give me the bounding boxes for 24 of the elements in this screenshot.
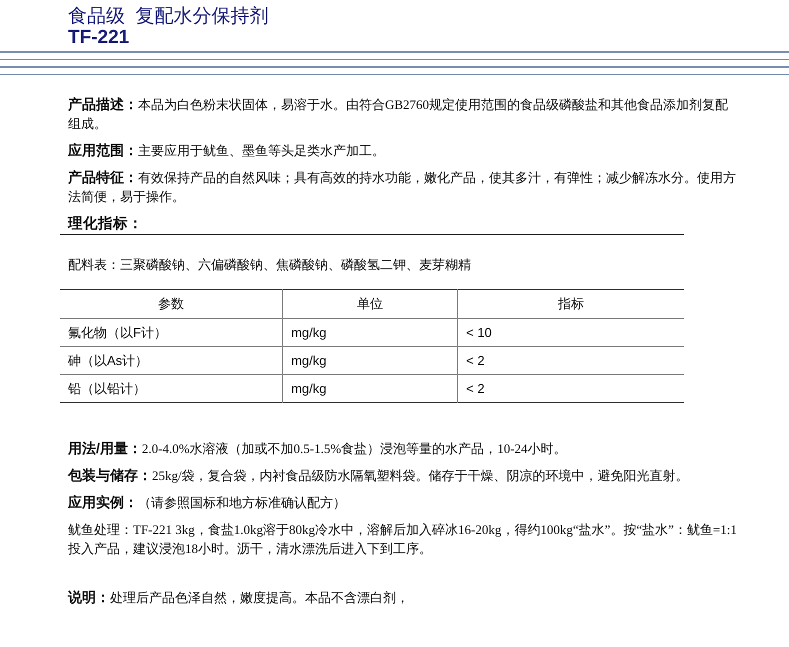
table-cell: mg/kg: [282, 346, 458, 374]
table-cell: 砷（以As计）: [60, 346, 283, 374]
column-header: 单位: [282, 290, 458, 318]
table-cell: mg/kg: [282, 318, 458, 346]
table-cell: < 2: [458, 374, 684, 402]
section-heading: 理化指标：: [60, 214, 684, 235]
note-paragraph: 说明：处理后产品色泽自然，嫩度提高。本品不含漂白剂，: [68, 588, 410, 607]
paragraph: 包装与储存：25kg/袋，复合袋，内衬食品级防水隔氧塑料袋。储存于干燥、阴凉的环境中，避免阳光直射。: [68, 466, 690, 485]
table-cell: 铅（以铅计）: [60, 374, 283, 402]
product-title: 食品级 复配水分保持剂: [68, 6, 270, 27]
paragraph: 用法/用量：2.0-4.0%水溶液（加或不加0.5-1.5%食盐）浸泡等量的水产品，10-24小时。: [68, 439, 568, 458]
table-cell: < 2: [458, 346, 684, 374]
column-header: 参数: [60, 290, 283, 318]
table-cell: 氟化物（以F计）: [60, 318, 283, 346]
paragraph: 应用实例：（请参照国标和地方标准确认配方）: [68, 493, 347, 512]
paragraph: 应用范围：主要应用于鱿鱼、墨鱼等头足类水产加工。: [68, 141, 386, 160]
table-cell: < 10: [458, 318, 684, 346]
column-header: 指标: [458, 290, 684, 318]
paragraph: 鱿鱼处理：TF-221 3kg，食盐1.0kg溶于80kg冷水中，溶解后加入碎冰16-20kg，得约100kg“盐水”。按“盐水”：鱿鱼=1:1投入产品，建议浸泡18小时。沥干，清水漂洗后进入下到工序。: [68, 521, 738, 558]
table-cell: mg/kg: [282, 374, 458, 402]
paragraph: 产品特征：有效保持产品的自然风味；具有高效的持水功能，嫩化产品，使其多汁，有弹性；减少解冻水分。使用方法简便，易于操作。: [68, 168, 737, 206]
product-model: TF-221: [68, 27, 130, 49]
ingredients-text: 配料表：三聚磷酸钠、六偏磷酸钠、焦磷酸钠、磷酸氢二钾、麦芽糊精: [68, 256, 472, 274]
paragraph: 产品描述：本品为白色粉末状固体，易溶于水。由符合GB2760规定使用范围的食品级磷酸盐和其他食品添加剂复配组成。: [68, 95, 730, 133]
